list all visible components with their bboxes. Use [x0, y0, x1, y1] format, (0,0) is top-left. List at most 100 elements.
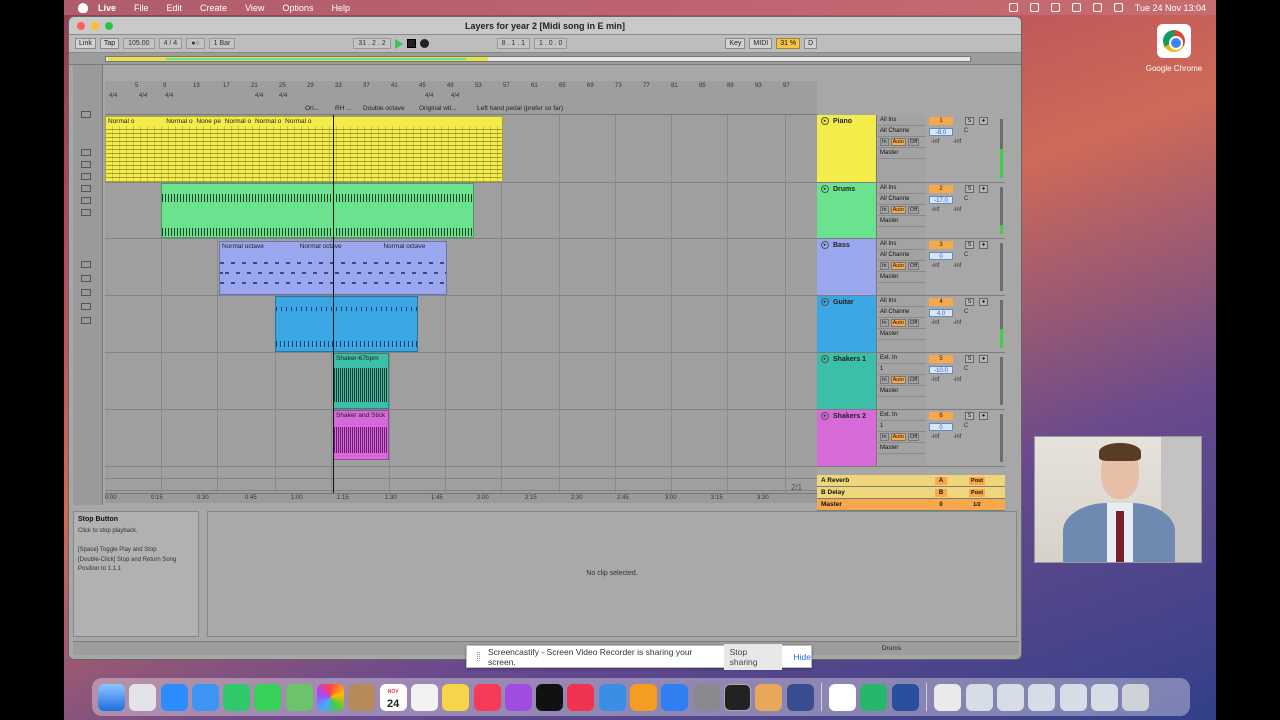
midi-effects-icon[interactable]: [81, 209, 91, 216]
volume-field[interactable]: -17.0: [929, 196, 953, 204]
pan-field[interactable]: C: [957, 366, 975, 374]
time-sig-marker[interactable]: 4/4: [425, 93, 433, 99]
fold-icon[interactable]: ▸: [821, 412, 829, 420]
pre-post-toggle[interactable]: Post: [969, 477, 985, 485]
keynote-icon[interactable]: [598, 683, 626, 711]
monitor-in[interactable]: In: [880, 319, 889, 327]
input-type-menu[interactable]: Ext. In: [878, 410, 926, 421]
play-button[interactable]: [394, 38, 403, 49]
input-channel-menu[interactable]: All Channe: [878, 194, 926, 205]
search-icon[interactable]: [1092, 3, 1102, 12]
monitor-in[interactable]: In: [880, 433, 889, 441]
track-name[interactable]: Piano: [833, 118, 852, 125]
output-menu[interactable]: Master: [878, 216, 926, 227]
folder-stack-icon[interactable]: [1090, 683, 1118, 711]
menu-help[interactable]: Help: [331, 3, 350, 13]
monitor-auto[interactable]: Auto: [890, 138, 906, 146]
maps-icon[interactable]: [285, 683, 313, 711]
document-icon[interactable]: [934, 683, 962, 711]
fold-icon[interactable]: ▸: [821, 298, 829, 306]
collection-icon[interactable]: [81, 111, 91, 118]
pan-field[interactable]: C: [957, 423, 975, 431]
wifi-icon[interactable]: [1071, 3, 1081, 12]
menu-file[interactable]: File: [134, 3, 149, 13]
arrangement-view[interactable]: Normal o Normal o None pe Normal o Norma…: [105, 115, 817, 493]
volume-field[interactable]: 0: [929, 423, 953, 431]
time-sig-marker[interactable]: 4/4: [139, 93, 147, 99]
record-button[interactable]: [419, 39, 429, 48]
monitor-auto[interactable]: Auto: [890, 433, 906, 441]
pan-field[interactable]: C: [957, 196, 975, 204]
track-piano[interactable]: ▸ Piano All Ins All Channe In Auto Off Mast…: [817, 115, 1005, 183]
monitor-auto[interactable]: Auto: [890, 262, 906, 270]
locator[interactable]: Left hand pedal (prefer so far): [477, 105, 563, 112]
instruments-icon[interactable]: [81, 185, 91, 192]
messages-icon[interactable]: [254, 683, 282, 711]
mail-icon[interactable]: [191, 683, 219, 711]
output-menu[interactable]: Master: [878, 443, 926, 454]
track-shakers-1[interactable]: ▸ Shakers 1 Ext. In 1 In Auto Off Master 5 …: [817, 353, 1005, 410]
time-sig-marker[interactable]: 4/4: [255, 93, 263, 99]
chrome-icon[interactable]: [829, 683, 857, 711]
locator[interactable]: RH ...: [335, 105, 352, 112]
arm-button[interactable]: ●: [979, 412, 988, 420]
tempo-field[interactable]: 105.00: [123, 38, 155, 49]
arrangement-overview[interactable]: [69, 53, 1021, 65]
input-type-menu[interactable]: All Ins: [878, 183, 926, 194]
time-signature-field[interactable]: 4 / 4: [158, 38, 183, 49]
fold-icon[interactable]: ▸: [821, 241, 829, 249]
track-shakers-2[interactable]: ▸ Shakers 2 Ext. In 1 In Auto Off Master 6 …: [817, 410, 1005, 467]
screenshot-icon[interactable]: [996, 683, 1024, 711]
folder-icon[interactable]: [81, 289, 91, 296]
folder-icon[interactable]: [81, 317, 91, 324]
track-activator[interactable]: 5: [929, 355, 953, 363]
input-channel-menu[interactable]: 1: [878, 364, 926, 375]
return-track-b[interactable]: B Delay B Post: [817, 487, 1005, 499]
arrangement-ruler[interactable]: 5 9 13 17 21 25 29 33 37 41 45 49 53 57 …: [105, 81, 817, 115]
folder-icon[interactable]: [81, 303, 91, 310]
loop-length-field[interactable]: 1 . 0 . 0: [534, 38, 568, 49]
solo-button[interactable]: S: [965, 298, 974, 306]
imovie-icon[interactable]: [786, 683, 814, 711]
fold-icon[interactable]: ▸: [821, 117, 829, 125]
solo-button[interactable]: S: [965, 355, 974, 363]
monitor-in[interactable]: In: [880, 262, 889, 270]
screenshot-icon[interactable]: [965, 683, 993, 711]
news-icon[interactable]: [567, 683, 595, 711]
quantize-menu[interactable]: 1 Bar: [208, 38, 236, 49]
metronome-button[interactable]: ●○: [186, 38, 205, 49]
audio-effects-icon[interactable]: [81, 197, 91, 204]
midi-clip[interactable]: [275, 296, 418, 352]
track-activator[interactable]: 4: [929, 298, 953, 306]
return-activator[interactable]: A: [935, 477, 947, 485]
stop-sharing-button[interactable]: Stop sharing: [723, 643, 782, 670]
track-name[interactable]: Guitar: [833, 299, 854, 306]
track-name[interactable]: Bass: [833, 242, 850, 249]
system-preferences-icon[interactable]: [692, 683, 720, 711]
finder-icon[interactable]: [98, 683, 125, 711]
podcasts-icon[interactable]: [504, 683, 532, 711]
monitor-auto[interactable]: Auto: [890, 376, 906, 384]
play-status-icon[interactable]: [1029, 3, 1039, 12]
volume-field[interactable]: 4.0: [929, 309, 953, 317]
track-activator[interactable]: 3: [929, 241, 953, 249]
category-icon[interactable]: [81, 149, 91, 156]
drag-handle[interactable]: [477, 652, 480, 661]
master-track[interactable]: Master 0 1/2: [817, 499, 1005, 511]
selected-track-label[interactable]: Drums: [882, 645, 901, 652]
arm-button[interactable]: ●: [979, 185, 988, 193]
return-track-a[interactable]: A Reverb A Post: [817, 475, 1005, 487]
solo-button[interactable]: S: [965, 412, 974, 420]
hide-button[interactable]: Hide: [794, 652, 811, 662]
stop-button[interactable]: [406, 39, 416, 48]
output-menu[interactable]: Master: [878, 386, 926, 397]
control-center-icon[interactable]: [1113, 3, 1123, 12]
midi-clip[interactable]: [161, 183, 474, 238]
output-menu[interactable]: Master: [878, 148, 926, 159]
music-icon[interactable]: [473, 683, 501, 711]
folder-stack-icon[interactable]: [1059, 683, 1087, 711]
track-name[interactable]: Drums: [833, 186, 855, 193]
audio-clip[interactable]: Shaker-67bpm: [333, 353, 389, 409]
pan-field[interactable]: C: [957, 252, 975, 260]
output-menu[interactable]: Master: [878, 329, 926, 340]
